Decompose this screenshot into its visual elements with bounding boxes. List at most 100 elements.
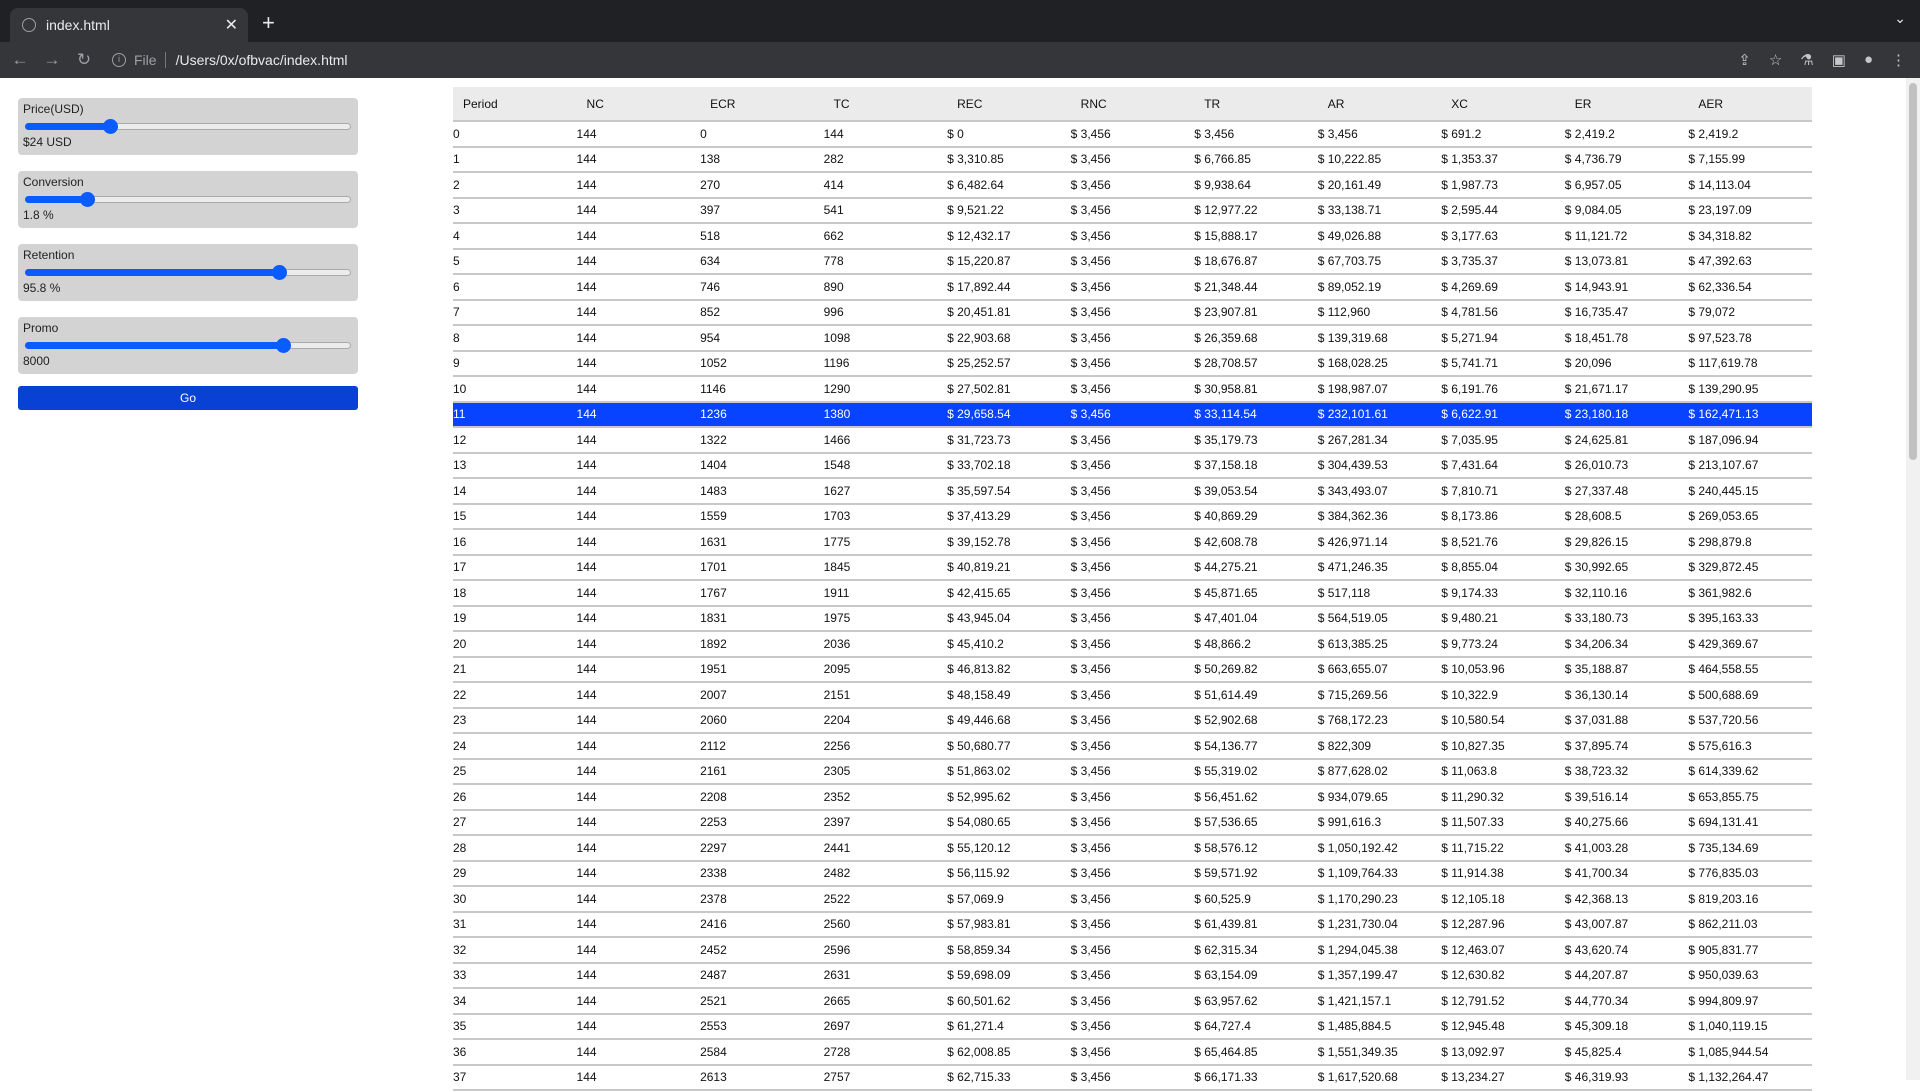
table-row[interactable]: 5 144 634 778 $ 15,220.87 $ 3,456 $ 18,676.87 $… (453, 248, 1812, 275)
share-icon[interactable]: ⇪ (1738, 51, 1751, 69)
table-row[interactable]: 10 144 1146 1290 $ 27,502.81 $ 3,456 $ 30,958.… (453, 376, 1812, 403)
cell-tc: 2522 (823, 886, 948, 913)
cell-period: 34 (453, 988, 577, 1015)
cell-nc: 144 (576, 172, 701, 199)
cell-tr: $ 63,957.62 (1194, 988, 1318, 1015)
cell-er: $ 11,121.72 (1564, 223, 1689, 250)
range-slider[interactable] (25, 338, 351, 353)
table-row[interactable]: 0 144 0 144 $ 0 $ 3,456 $ 3,456 $ 3,456 $ 691.2 $… (453, 121, 1812, 148)
table-row[interactable]: 16 144 1631 1775 $ 39,152.78 $ 3,456 $ 42,608.… (453, 529, 1812, 556)
table-row[interactable]: 30 144 2378 2522 $ 57,069.9 $ 3,456 $ 60,525.9… (453, 886, 1812, 913)
cell-rec: $ 15,220.87 (947, 248, 1071, 275)
table-row[interactable]: 6 144 746 890 $ 17,892.44 $ 3,456 $ 21,348.44 $… (453, 274, 1812, 301)
new-tab-icon[interactable]: + (262, 10, 275, 36)
table-row[interactable]: 26 144 2208 2352 $ 52,995.62 $ 3,456 $ 56,451.… (453, 784, 1812, 811)
slider-thumb[interactable] (272, 265, 288, 280)
table-row[interactable]: 15 144 1559 1703 $ 37,413.29 $ 3,456 $ 40,869.… (453, 503, 1812, 530)
table-row[interactable]: 27 144 2253 2397 $ 54,080.65 $ 3,456 $ 57,536.… (453, 809, 1812, 836)
table-row[interactable]: 36 144 2584 2728 $ 62,008.85 $ 3,456 $ 65,464.… (453, 1039, 1812, 1066)
cell-ar: $ 426,971.14 (1317, 529, 1442, 556)
table-row[interactable]: 29 144 2338 2482 $ 56,115.92 $ 3,456 $ 59,571.… (453, 860, 1812, 887)
cell-ar: $ 1,551,349.35 (1317, 1039, 1442, 1066)
cell-rec: $ 39,152.78 (947, 529, 1071, 556)
table-row[interactable]: 2 144 270 414 $ 6,482.64 $ 3,456 $ 9,938.64 $ 2… (453, 172, 1812, 199)
bookmark-star-icon[interactable]: ☆ (1769, 51, 1782, 69)
cell-tc: 2095 (823, 656, 948, 683)
range-slider[interactable] (25, 119, 351, 134)
table-row[interactable]: 4 144 518 662 $ 12,432.17 $ 3,456 $ 15,888.17 $… (453, 223, 1812, 250)
table-row[interactable]: 22 144 2007 2151 $ 48,158.49 $ 3,456 $ 51,614.… (453, 682, 1812, 709)
scrollbar[interactable] (1906, 78, 1920, 1080)
table-row[interactable]: 7 144 852 996 $ 20,451.81 $ 3,456 $ 23,907.81 $… (453, 299, 1812, 326)
cell-nc: 144 (576, 1064, 701, 1091)
table-row[interactable]: 17 144 1701 1845 $ 40,819.21 $ 3,456 $ 44,275.… (453, 554, 1812, 581)
table-row[interactable]: 13 144 1404 1548 $ 33,702.18 $ 3,456 $ 37,158.… (453, 452, 1812, 479)
table-row[interactable]: 34 144 2521 2665 $ 60,501.62 $ 3,456 $ 63,957.… (453, 988, 1812, 1015)
slider-card-conversion: Conversion 1.8 % (18, 171, 358, 228)
browser-tab[interactable]: index.html ✕ (10, 8, 248, 42)
table-row[interactable]: 11 144 1236 1380 $ 29,658.54 $ 3,456 $ 33,114.… (453, 401, 1812, 428)
table-row[interactable]: 9 144 1052 1196 $ 25,252.57 $ 3,456 $ 28,708.5… (453, 350, 1812, 377)
table-row[interactable]: 33 144 2487 2631 $ 59,698.09 $ 3,456 $ 63,154.… (453, 962, 1812, 989)
table-row[interactable]: 37 144 2613 2757 $ 62,715.33 $ 3,456 $ 66,171.… (453, 1064, 1812, 1091)
cell-rec: $ 43,945.04 (947, 605, 1071, 632)
menu-icon[interactable]: ⋮ (1891, 51, 1906, 69)
slider-thumb[interactable] (79, 192, 95, 207)
cell-er: $ 28,608.5 (1564, 503, 1689, 530)
table-row[interactable]: 24 144 2112 2256 $ 50,680.77 $ 3,456 $ 54,136.… (453, 733, 1812, 760)
table-row[interactable]: 23 144 2060 2204 $ 49,446.68 $ 3,456 $ 52,902.… (453, 707, 1812, 734)
cell-aer: $ 575,616.3 (1688, 733, 1812, 760)
address-url[interactable]: /Users/0x/ofbvac/index.html (176, 52, 348, 68)
cell-rec: $ 22,903.68 (947, 325, 1071, 352)
cell-nc: 144 (576, 248, 701, 275)
cell-er: $ 41,700.34 (1564, 860, 1689, 887)
table-row[interactable]: 19 144 1831 1975 $ 43,945.04 $ 3,456 $ 47,401.… (453, 605, 1812, 632)
side-panel-icon[interactable]: ▣ (1832, 51, 1846, 69)
table-row[interactable]: 18 144 1767 1911 $ 42,415.65 $ 3,456 $ 45,871.… (453, 580, 1812, 607)
table-row[interactable]: 12 144 1322 1466 $ 31,723.73 $ 3,456 $ 35,179.… (453, 427, 1812, 454)
close-tab-icon[interactable]: ✕ (225, 15, 238, 35)
cell-ar: $ 1,109,764.33 (1317, 860, 1442, 887)
cell-rnc: $ 3,456 (1070, 937, 1195, 964)
cell-ecr: 1236 (700, 401, 824, 428)
cell-nc: 144 (576, 707, 701, 734)
cell-rec: $ 17,892.44 (947, 274, 1071, 301)
table-row[interactable]: 28 144 2297 2441 $ 55,120.12 $ 3,456 $ 58,576.… (453, 835, 1812, 862)
table-row[interactable]: 8 144 954 1098 $ 22,903.68 $ 3,456 $ 26,359.68… (453, 325, 1812, 352)
cell-rec: $ 54,080.65 (947, 809, 1071, 836)
back-icon[interactable]: ← (10, 50, 30, 70)
table-row[interactable]: 21 144 1951 2095 $ 46,813.82 $ 3,456 $ 50,269.… (453, 656, 1812, 683)
cell-nc: 144 (576, 121, 701, 148)
cell-ar: $ 304,439.53 (1317, 452, 1442, 479)
table-row[interactable]: 14 144 1483 1627 $ 35,597.54 $ 3,456 $ 39,053.… (453, 478, 1812, 505)
table-row[interactable]: 25 144 2161 2305 $ 51,863.02 $ 3,456 $ 55,319.… (453, 758, 1812, 785)
table-row[interactable]: 1 144 138 282 $ 3,310.85 $ 3,456 $ 6,766.85 $ 1… (453, 146, 1812, 173)
cell-xc: $ 9,174.33 (1441, 580, 1565, 607)
cell-ar: $ 768,172.23 (1317, 707, 1442, 734)
chevron-down-icon[interactable]: ⌄ (1894, 10, 1906, 27)
slider-thumb[interactable] (102, 119, 118, 134)
cell-ar: $ 112,960 (1317, 299, 1442, 326)
address-bar[interactable]: i File /Users/0x/ofbvac/index.html (112, 46, 1738, 74)
table-row[interactable]: 32 144 2452 2596 $ 58,859.34 $ 3,456 $ 62,315.… (453, 937, 1812, 964)
scrollbar-thumb[interactable] (1909, 83, 1917, 460)
cell-rec: $ 40,819.21 (947, 554, 1071, 581)
range-slider[interactable] (25, 192, 351, 207)
cell-tr: $ 44,275.21 (1194, 554, 1318, 581)
reload-icon[interactable]: ↻ (74, 50, 94, 70)
range-slider[interactable] (25, 265, 351, 280)
table-row[interactable]: 3 144 397 541 $ 9,521.22 $ 3,456 $ 12,977.22 $ … (453, 197, 1812, 224)
info-icon[interactable]: i (112, 53, 126, 67)
cell-rec: $ 57,983.81 (947, 911, 1071, 938)
extension-icon[interactable]: ⚗ (1800, 51, 1813, 69)
slider-thumb[interactable] (275, 338, 291, 353)
profile-icon[interactable]: ● (1864, 51, 1873, 69)
cell-aer: $ 79,072 (1688, 299, 1812, 326)
cell-rnc: $ 3,456 (1070, 580, 1195, 607)
go-button[interactable]: Go (18, 386, 358, 410)
cell-nc: 144 (576, 886, 701, 913)
table-row[interactable]: 35 144 2553 2697 $ 61,271.4 $ 3,456 $ 64,727.4… (453, 1013, 1812, 1040)
table-row[interactable]: 20 144 1892 2036 $ 45,410.2 $ 3,456 $ 48,866.2… (453, 631, 1812, 658)
forward-icon[interactable]: → (42, 50, 62, 70)
table-row[interactable]: 31 144 2416 2560 $ 57,983.81 $ 3,456 $ 61,439.… (453, 911, 1812, 938)
